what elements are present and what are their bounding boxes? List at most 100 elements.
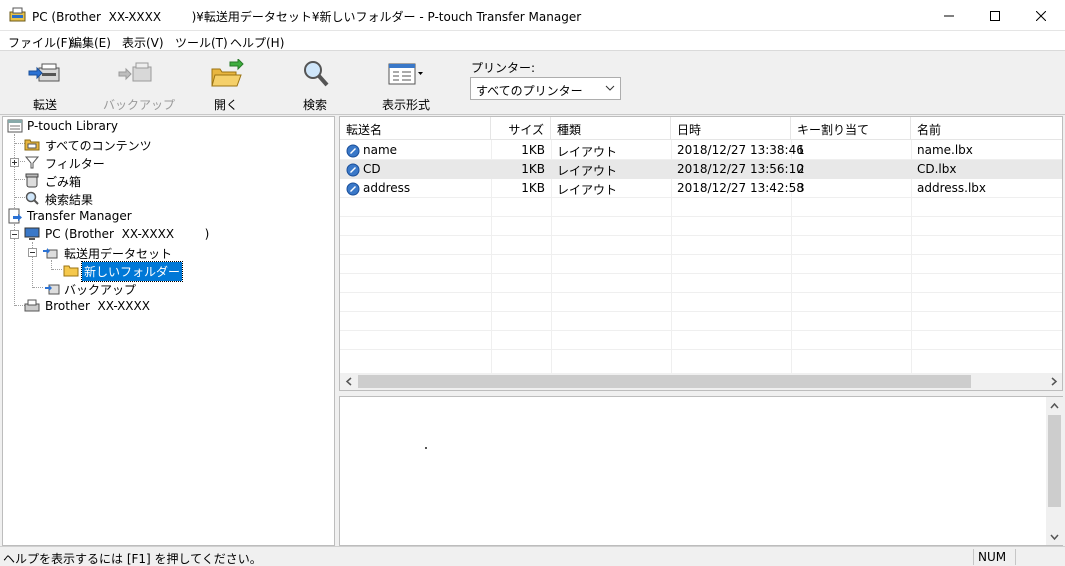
folder-icon xyxy=(63,265,79,277)
backup-icon xyxy=(45,284,60,295)
window-title: PC (Brother XX-XXXX )¥転送用データセット¥新しいフォルダー… xyxy=(32,10,582,24)
tree-line xyxy=(52,269,62,270)
horizontal-scrollbar[interactable] xyxy=(340,373,1062,390)
library-icon xyxy=(7,119,23,133)
tree-item-search-results-label: 検索結果 xyxy=(45,193,94,207)
menu-file[interactable]: ファイル(F) xyxy=(8,34,72,51)
grid-line xyxy=(340,235,1062,236)
menu-bar: ファイル(F) 編集(E) 表示(V) ツール(T) ヘルプ(H) xyxy=(0,31,1065,51)
transfer-icon xyxy=(28,63,60,82)
layout-file-icon xyxy=(346,144,360,158)
open-button[interactable]: 開く xyxy=(194,57,258,113)
chevron-right-icon xyxy=(1051,377,1057,386)
cell-size: 1KB xyxy=(521,181,545,195)
column-header-type[interactable]: 種類 xyxy=(551,117,671,140)
menu-view[interactable]: 表示(V) xyxy=(122,34,164,51)
filter-icon xyxy=(24,156,40,169)
backup-icon xyxy=(118,62,152,82)
folder-open-icon xyxy=(211,59,244,87)
table-row[interactable]: address 1KB レイアウト 2018/12/27 13:42:58 3 … xyxy=(340,179,1062,198)
scroll-right-button[interactable] xyxy=(1045,375,1062,388)
grid-line xyxy=(340,349,1062,350)
status-message: ヘルプを表示するには [F1] を押してください。 xyxy=(3,552,262,566)
maximize-icon xyxy=(990,10,1000,21)
printer-select[interactable]: すべてのプリンター xyxy=(470,77,621,100)
tree-item-new-folder[interactable]: 新しいフォルダー xyxy=(62,261,184,282)
backup-label: バックアップ xyxy=(103,98,176,112)
search-button[interactable]: 検索 xyxy=(283,57,347,113)
cell-filename: CD.lbx xyxy=(917,162,957,176)
close-icon xyxy=(1036,10,1046,21)
view-mode-button[interactable]: 表示形式 xyxy=(373,57,439,113)
minimize-icon xyxy=(944,15,954,16)
vertical-scrollbar[interactable] xyxy=(1046,397,1063,545)
column-header-filename[interactable]: 名前 xyxy=(911,117,1062,140)
backup-button[interactable]: バックアップ xyxy=(103,57,176,113)
grid-line xyxy=(340,273,1062,274)
menu-edit[interactable]: 編集(E) xyxy=(70,34,111,51)
status-num-indicator: NUM xyxy=(973,549,1015,565)
computer-icon xyxy=(24,227,40,240)
tree-item-filter[interactable]: フィルター xyxy=(9,153,129,171)
table-row[interactable]: name 1KB レイアウト 2018/12/27 13:38:46 1 nam… xyxy=(340,141,1062,160)
library-tree[interactable]: P-touch Library すべてのコンテンツ フィルター ごみ箱 検索結果… xyxy=(2,116,335,546)
column-header-transfer-name[interactable]: 転送名 xyxy=(340,117,491,140)
column-header-size[interactable]: サイズ xyxy=(491,117,551,140)
collapse-icon[interactable] xyxy=(28,248,37,257)
tree-line xyxy=(14,134,15,214)
status-panel-empty xyxy=(1015,549,1063,565)
layout-file-icon xyxy=(346,163,360,177)
chevron-down-icon xyxy=(1050,534,1059,540)
grid-line xyxy=(340,292,1062,293)
cell-type: レイアウト xyxy=(557,145,618,159)
cell-transfer-name: name xyxy=(363,143,398,157)
printer-select-value: すべてのプリンター xyxy=(476,84,583,98)
tree-item-pc[interactable]: PC (Brother XX-XXXX ) xyxy=(9,225,209,243)
tree-item-trash-label: ごみ箱 xyxy=(45,175,82,189)
view-mode-label: 表示形式 xyxy=(381,98,430,112)
tree-item-transfer-dataset[interactable]: 転送用データセット xyxy=(28,243,172,261)
transfer-button[interactable]: 転送 xyxy=(13,57,77,113)
close-button[interactable] xyxy=(1018,0,1064,31)
status-bar: ヘルプを表示するには [F1] を押してください。 NUM xyxy=(0,546,1065,566)
transfer-label: 転送 xyxy=(32,98,57,112)
tree-item-backup[interactable]: バックアップ xyxy=(42,279,142,297)
layout-file-icon xyxy=(346,182,360,196)
horizontal-scroll-thumb[interactable] xyxy=(358,375,971,388)
contents-icon xyxy=(24,139,40,151)
transfer-list[interactable]: 転送名 サイズ 種類 日時 キー割り当て 名前 name 1KB レイアウト 2… xyxy=(339,116,1063,391)
cell-size: 1KB xyxy=(521,143,545,157)
app-icon xyxy=(9,7,26,22)
cell-size: 1KB xyxy=(521,162,545,176)
tree-item-filter-label: フィルター xyxy=(45,157,105,171)
minimize-button[interactable] xyxy=(926,0,972,31)
grid-line xyxy=(340,330,1062,331)
open-label: 開く xyxy=(213,98,238,112)
trash-icon xyxy=(25,173,39,188)
search-icon xyxy=(25,191,39,205)
cell-filename: name.lbx xyxy=(917,143,973,157)
table-row[interactable]: CD 1KB レイアウト 2018/12/27 13:56:10 2 CD.lb… xyxy=(340,160,1062,179)
scroll-up-button[interactable] xyxy=(1046,397,1063,414)
tree-item-pc-label: PC (Brother XX-XXXX ) xyxy=(45,227,210,241)
chevron-down-icon xyxy=(605,85,615,91)
grid-line xyxy=(340,216,1062,217)
printer-label: プリンター: xyxy=(471,61,536,75)
title-bar: PC (Brother XX-XXXX )¥転送用データセット¥新しいフォルダー… xyxy=(0,0,1065,31)
cell-datetime: 2018/12/27 13:38:46 xyxy=(677,143,804,157)
column-header-datetime[interactable]: 日時 xyxy=(671,117,791,140)
expand-icon[interactable] xyxy=(10,158,19,167)
cell-type: レイアウト xyxy=(557,183,618,197)
tree-item-transfer-manager-label: Transfer Manager xyxy=(27,209,132,223)
scroll-down-button[interactable] xyxy=(1046,528,1063,545)
column-header-key-assignment[interactable]: キー割り当て xyxy=(791,117,911,140)
menu-tools[interactable]: ツール(T) xyxy=(175,34,228,51)
tree-item-brother[interactable]: Brother XX-XXXX xyxy=(23,297,173,315)
collapse-icon[interactable] xyxy=(10,230,19,239)
cell-key: 1 xyxy=(797,143,805,157)
menu-help[interactable]: ヘルプ(H) xyxy=(230,34,284,51)
vertical-scroll-thumb[interactable] xyxy=(1048,415,1061,507)
maximize-button[interactable] xyxy=(972,0,1018,31)
toolbar: 転送 バックアップ 開く 検索 表示形式 プリンター: すべてのプリンター xyxy=(0,52,1065,115)
scroll-left-button[interactable] xyxy=(340,375,357,388)
